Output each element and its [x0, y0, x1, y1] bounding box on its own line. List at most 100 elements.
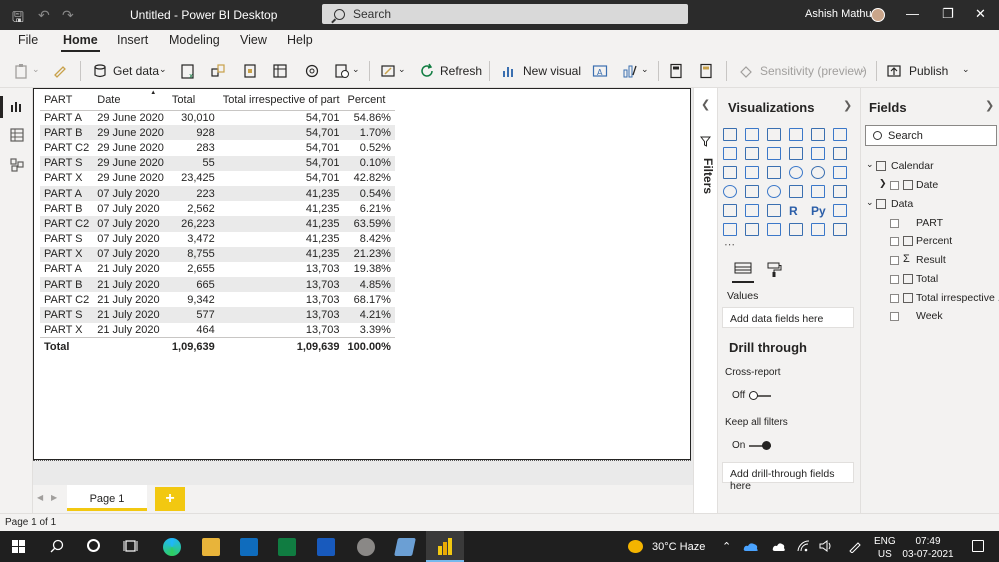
fields-well-tab-icon[interactable] — [734, 262, 752, 278]
power-bi-taskbar-button[interactable] — [426, 531, 464, 562]
donut-chart-icon[interactable] — [811, 166, 825, 179]
cross-report-toggle-knob[interactable] — [749, 391, 758, 400]
table-row[interactable]: PART A 29 June 2020 30,010 54,701 54.86% — [40, 110, 395, 125]
field-result[interactable]: Result — [916, 254, 946, 266]
refresh-icon[interactable] — [419, 63, 435, 79]
excel-icon[interactable]: x — [180, 63, 196, 79]
refresh-button[interactable]: Refresh — [440, 64, 482, 78]
excel-taskbar-icon[interactable] — [278, 538, 296, 556]
power-apps-icon[interactable] — [833, 223, 847, 236]
field-checkbox-total-irrespective[interactable] — [890, 293, 899, 303]
menu-view[interactable]: View — [240, 33, 267, 47]
cortana-icon[interactable] — [87, 539, 100, 552]
field-expand-chevron-icon[interactable]: ❯ — [879, 178, 887, 189]
field-total[interactable]: Total — [916, 273, 938, 285]
get-data-dropdown-icon[interactable]: ⌄ — [159, 64, 167, 75]
format-painter-icon[interactable] — [52, 63, 68, 79]
field-date[interactable]: Date — [916, 179, 938, 191]
column-header-percent[interactable]: Percent — [343, 91, 395, 111]
report-page[interactable]: PART ▲ Date Total Total irrespective of p… — [33, 88, 691, 460]
word-icon[interactable] — [317, 538, 335, 556]
stacked-bar-chart-icon[interactable] — [723, 128, 737, 141]
undo-icon[interactable]: ↶ — [38, 7, 50, 24]
new-visual-button[interactable]: New visual — [523, 64, 581, 78]
field-checkbox-week[interactable] — [890, 312, 899, 322]
clock[interactable]: 07:49 03-07-2021 — [902, 535, 954, 561]
table-visual[interactable]: PART ▲ Date Total Total irrespective of p… — [40, 90, 395, 355]
publish-button[interactable]: Publish — [909, 64, 948, 78]
matrix-icon[interactable] — [767, 204, 781, 217]
next-page-icon[interactable]: ▶ — [51, 493, 57, 502]
table-row[interactable]: PART X 21 July 2020 464 13,703 3.39% — [40, 323, 395, 338]
weather-text[interactable]: 30°C Haze — [652, 541, 705, 553]
table-row[interactable]: PART C2 07 July 2020 26,223 41,235 63.59% — [40, 216, 395, 232]
wifi-icon[interactable] — [797, 540, 810, 552]
datahub-icon[interactable] — [210, 63, 226, 79]
weather-icon[interactable] — [628, 540, 643, 553]
table-icon[interactable] — [745, 204, 759, 217]
enter-data-icon[interactable] — [272, 63, 288, 79]
close-icon[interactable]: ✕ — [975, 6, 986, 22]
table-row[interactable]: PART A 21 July 2020 2,655 13,703 19.38% — [40, 262, 395, 277]
keep-all-filters-toggle-knob[interactable] — [762, 441, 771, 450]
transform-data-icon[interactable] — [380, 63, 396, 79]
file-explorer-icon[interactable] — [202, 538, 220, 556]
gauge-icon[interactable] — [767, 185, 781, 198]
restore-icon[interactable]: ❐ — [942, 6, 954, 22]
table-row[interactable]: PART A 07 July 2020 223 41,235 0.54% — [40, 185, 395, 202]
field-checkbox-result[interactable] — [890, 256, 899, 266]
prev-page-icon[interactable]: ◀ — [37, 493, 43, 502]
100-stacked-column-chart-icon[interactable] — [833, 128, 847, 141]
more-visuals-icon[interactable] — [622, 63, 638, 79]
new-measure-icon[interactable] — [668, 63, 684, 79]
smart-narrative-icon[interactable] — [767, 223, 781, 236]
filters-label[interactable]: Filters — [701, 158, 715, 194]
table-row[interactable]: PART X 07 July 2020 8,755 41,235 21.23% — [40, 246, 395, 262]
dataverse-icon[interactable] — [304, 63, 320, 79]
expand-filters-icon[interactable]: ❮ — [701, 98, 710, 111]
field-week[interactable]: Week — [916, 310, 943, 322]
field-total-irrespective[interactable]: Total irrespective ... — [916, 292, 999, 304]
task-view-icon[interactable] — [123, 539, 138, 553]
menu-file[interactable]: File — [18, 33, 38, 47]
publish-icon[interactable] — [886, 63, 902, 79]
sql-server-icon[interactable] — [242, 63, 258, 79]
collapse-fields-icon[interactable]: ❯ — [985, 99, 994, 112]
field-table-data[interactable]: Data — [891, 198, 913, 210]
key-influencers-icon[interactable] — [833, 204, 847, 217]
kpi-icon[interactable] — [833, 185, 847, 198]
outlook-icon[interactable] — [240, 538, 258, 556]
table-expand-chevron-icon[interactable]: ⌄ — [866, 159, 874, 170]
scatter-chart-icon[interactable] — [767, 166, 781, 179]
treemap-icon[interactable] — [833, 166, 847, 179]
recent-sources-icon[interactable] — [334, 63, 350, 79]
line-chart-icon[interactable] — [723, 147, 737, 160]
tab-page-1[interactable]: Page 1 — [67, 485, 147, 511]
table-row[interactable]: PART S 07 July 2020 3,472 41,235 8.42% — [40, 232, 395, 247]
text-box-icon[interactable]: A — [592, 63, 608, 79]
snipping-tool-icon[interactable] — [394, 538, 416, 556]
paginated-report-icon[interactable] — [789, 223, 803, 236]
menu-help[interactable]: Help — [287, 33, 313, 47]
100-stacked-bar-chart-icon[interactable] — [811, 128, 825, 141]
waterfall-chart-icon[interactable] — [723, 166, 737, 179]
notification-icon[interactable] — [972, 540, 984, 552]
funnel-chart-icon[interactable] — [745, 166, 759, 179]
taskbar-search-icon[interactable] — [50, 539, 64, 553]
filters-pane-collapsed[interactable]: ❮ — [693, 88, 717, 513]
card-icon[interactable] — [789, 185, 803, 198]
table-row[interactable]: PART X 29 June 2020 23,425 54,701 42.82% — [40, 171, 395, 186]
menu-insert[interactable]: Insert — [117, 33, 148, 47]
map-icon[interactable] — [723, 185, 737, 198]
avatar[interactable] — [871, 8, 885, 22]
column-header-total[interactable]: Total — [167, 91, 219, 111]
paint-icon[interactable] — [357, 538, 375, 556]
add-page-button[interactable]: + — [155, 487, 185, 511]
save-icon[interactable]: 🖫 — [12, 7, 24, 31]
recent-sources-dropdown-icon[interactable]: ⌄ — [352, 64, 360, 75]
stacked-column-chart-icon[interactable] — [745, 128, 759, 141]
more-visuals-icon[interactable]: ⋯ — [724, 238, 736, 251]
cloud-icon[interactable] — [772, 541, 786, 552]
minimize-icon[interactable]: — — [906, 6, 919, 21]
column-header-date[interactable]: ▲ Date — [93, 90, 168, 111]
